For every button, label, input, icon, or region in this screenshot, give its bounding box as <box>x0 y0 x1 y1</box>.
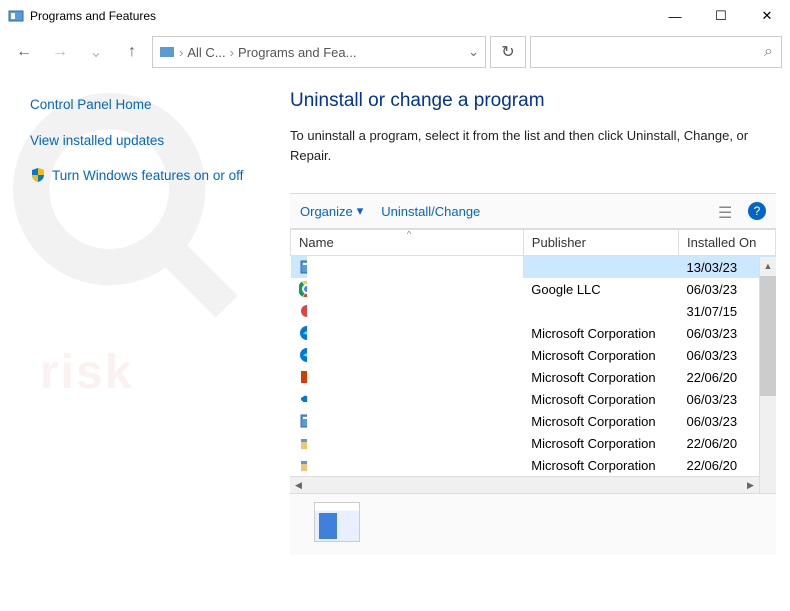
program-icon <box>299 347 307 363</box>
refresh-button[interactable]: ↻ <box>490 36 526 68</box>
preview-thumbnail <box>314 502 360 542</box>
recent-dropdown[interactable]: ⌄ <box>80 36 112 68</box>
minimize-button[interactable]: — <box>652 0 698 32</box>
program-publisher <box>523 256 678 279</box>
program-publisher: Microsoft Corporation <box>523 454 678 476</box>
window-title: Programs and Features <box>30 9 652 23</box>
back-button[interactable]: ← <box>8 36 40 68</box>
windows-features-link[interactable]: Turn Windows features on or off <box>52 167 243 185</box>
forward-button[interactable]: → <box>44 36 76 68</box>
program-publisher <box>523 300 678 322</box>
program-row[interactable]: Microsoft Office Professional P...Micros… <box>291 366 776 388</box>
program-icon <box>299 369 307 385</box>
program-icon <box>299 281 307 297</box>
search-input[interactable]: ⌕ <box>530 36 782 68</box>
program-icon <box>299 457 307 473</box>
maximize-button[interactable]: ☐ <box>698 0 744 32</box>
program-publisher: Microsoft Corporation <box>523 344 678 366</box>
program-row[interactable]: Microsoft EdgeMicrosoft Corporation06/03… <box>291 322 776 344</box>
program-row[interactable]: Microsoft Edge WebView2 Ru...Microsoft C… <box>291 344 776 366</box>
address-dropdown-icon[interactable]: ⌄ <box>468 44 479 60</box>
view-installed-updates-link[interactable]: View installed updates <box>30 132 250 150</box>
program-icon <box>299 391 307 407</box>
up-button[interactable]: ↑ <box>116 36 148 68</box>
page-description: To uninstall a program, select it from t… <box>290 126 776 165</box>
help-button[interactable]: ? <box>748 202 766 220</box>
search-icon: ⌕ <box>764 43 773 61</box>
program-icon <box>299 413 307 429</box>
program-row[interactable]: Microsoft Update Health ToolsMicrosoft C… <box>291 410 776 432</box>
program-row[interactable]: Microsoft Visual C++ 2015 Re...Microsoft… <box>291 454 776 476</box>
program-icon <box>299 435 307 451</box>
control-panel-home-link[interactable]: Control Panel Home <box>30 96 250 114</box>
address-bar[interactable]: › All C... › Programs and Fea... ⌄ <box>152 36 486 68</box>
breadcrumb-2[interactable]: Programs and Fea... <box>238 45 357 60</box>
program-publisher: Microsoft Corporation <box>523 410 678 432</box>
program-row[interactable]: Google ChromeGoogle LLC06/03/23 <box>291 278 776 300</box>
column-name[interactable]: Name <box>291 230 524 256</box>
program-row[interactable]: Microsoft OneDriveMicrosoft Corporation0… <box>291 388 776 410</box>
program-publisher: Microsoft Corporation <box>523 322 678 344</box>
horizontal-scrollbar[interactable]: ◀ ▶ <box>290 476 759 493</box>
program-icon <box>299 303 307 319</box>
program-row[interactable]: Communique13/03/23 <box>291 256 776 279</box>
program-row[interactable]: KMSpico31/07/15 <box>291 300 776 322</box>
uninstall-change-button[interactable]: Uninstall/Change <box>381 204 480 219</box>
program-row[interactable]: Microsoft Visual C++ 2015 Re...Microsoft… <box>291 432 776 454</box>
program-publisher: Google LLC <box>523 278 678 300</box>
view-options-button[interactable]: ☰ ▾ <box>718 203 738 219</box>
program-icon <box>299 259 307 275</box>
preview-pane <box>290 493 776 555</box>
organize-button[interactable]: Organize ▾ <box>300 203 363 219</box>
folder-icon <box>159 44 175 60</box>
program-publisher: Microsoft Corporation <box>523 388 678 410</box>
program-publisher: Microsoft Corporation <box>523 366 678 388</box>
column-installed[interactable]: Installed On <box>678 230 775 256</box>
shield-icon <box>30 167 46 183</box>
control-panel-icon <box>8 8 24 24</box>
program-icon <box>299 325 307 341</box>
column-publisher[interactable]: Publisher <box>523 230 678 256</box>
page-heading: Uninstall or change a program <box>290 90 776 112</box>
close-button[interactable]: ✕ <box>744 0 790 32</box>
breadcrumb-1[interactable]: All C... <box>187 45 225 60</box>
vertical-scrollbar[interactable]: ▲ <box>759 257 776 493</box>
program-publisher: Microsoft Corporation <box>523 432 678 454</box>
